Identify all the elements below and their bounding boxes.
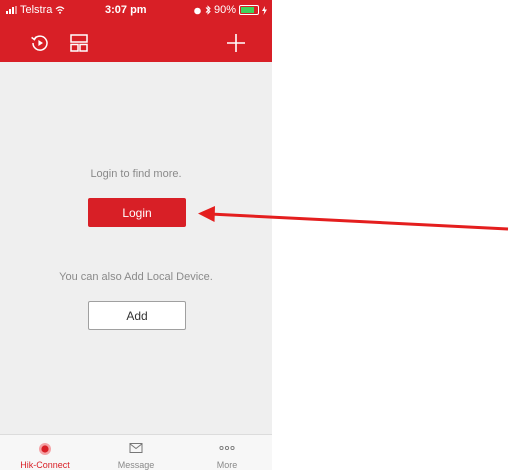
status-right: 90%: [193, 4, 267, 16]
add-button[interactable]: Add: [88, 301, 186, 330]
battery-percent: 90%: [213, 4, 236, 16]
layout-icon[interactable]: [66, 30, 92, 56]
carrier-name: Telstra: [20, 4, 53, 16]
history-icon[interactable]: [27, 30, 53, 56]
app-screen: Telstra 3:07 pm 90% Login to find more. …: [0, 0, 272, 470]
plus-icon[interactable]: [223, 30, 249, 56]
wifi-icon: [55, 6, 65, 14]
carrier-group: Telstra: [6, 4, 65, 16]
tab-label: Message: [117, 460, 155, 470]
bluetooth-icon: [205, 5, 211, 15]
login-button[interactable]: Login: [88, 198, 186, 227]
tab-more[interactable]: More: [182, 435, 272, 470]
clock: 3:07 pm: [105, 4, 147, 16]
alarm-icon: [194, 7, 201, 14]
login-hint: Login to find more.: [90, 168, 182, 180]
envelope-icon: [129, 443, 143, 453]
top-bar: Telstra 3:07 pm 90%: [0, 0, 272, 62]
signal-icon: [6, 6, 17, 14]
local-device-hint: You can also Add Local Device.: [59, 271, 213, 283]
battery-icon: [239, 5, 259, 15]
target-icon: [39, 443, 51, 455]
charging-icon: [262, 5, 267, 15]
status-bar: Telstra 3:07 pm 90%: [0, 0, 272, 20]
main-content: Login to find more. Login You can also A…: [0, 62, 272, 434]
tab-bar: Hik-Connect Message More: [0, 434, 272, 470]
more-icon: [219, 445, 235, 451]
tab-label: Hik-Connect: [20, 460, 70, 470]
tab-hik-connect[interactable]: Hik-Connect: [0, 435, 90, 470]
tab-message[interactable]: Message: [91, 435, 181, 470]
tab-label: More: [216, 460, 238, 470]
